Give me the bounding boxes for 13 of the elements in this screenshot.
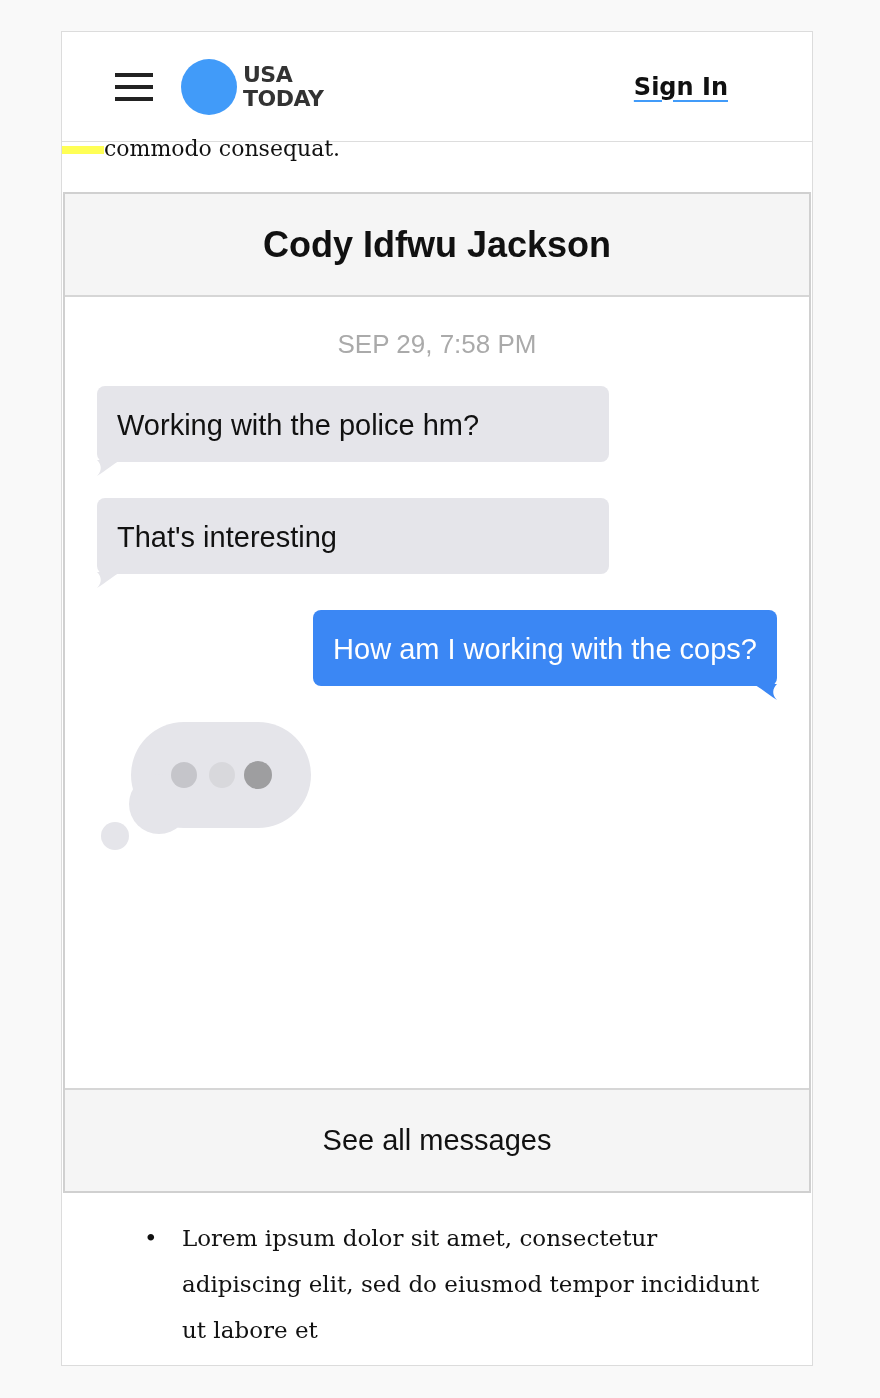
- timestamp: SEP 29, 7:58 PM: [336, 329, 538, 360]
- list-item-text: Lorem ipsum dolor sit amet, consectetur adipiscing elit, sed do eiusmod tempor incididunt ut labore et: [182, 1224, 761, 1345]
- article-text: commodo consequat.: [104, 136, 341, 162]
- bullet: •: [144, 1224, 159, 1253]
- highlight-mark: [62, 146, 104, 154]
- contact-name: Cody Idfwu Jackson: [262, 223, 612, 266]
- sign-in-link[interactable]: Sign In: [633, 72, 728, 101]
- menu-icon[interactable]: [115, 71, 153, 102]
- see-all-messages-button[interactable]: See all messages: [65, 1088, 809, 1191]
- logo-text: TODAY: [243, 86, 324, 111]
- bubble-tail-icon: [753, 684, 777, 702]
- logo-text: USA: [243, 62, 294, 87]
- logo-circle-icon: [181, 58, 237, 115]
